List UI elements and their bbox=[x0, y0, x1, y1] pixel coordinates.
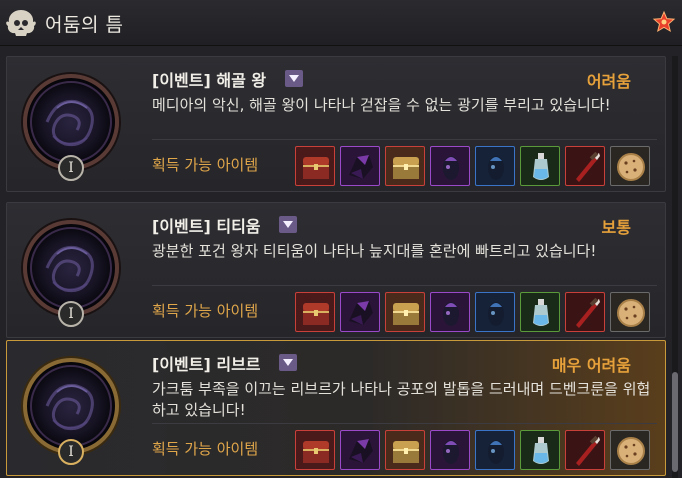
expand-dropdown-button[interactable] bbox=[279, 354, 297, 371]
golden-treasure-chest-icon[interactable] bbox=[385, 146, 425, 186]
rift-level-badge: I bbox=[58, 301, 84, 327]
elixir-bottle-icon[interactable] bbox=[520, 146, 560, 186]
rift-level-badge: I bbox=[58, 439, 84, 465]
difficulty-label: 어려움 bbox=[586, 72, 631, 91]
divider bbox=[152, 423, 657, 424]
blood-dagger-icon[interactable] bbox=[565, 146, 605, 186]
loot-item-list bbox=[295, 430, 650, 470]
red-treasure-chest-icon[interactable] bbox=[295, 292, 335, 332]
black-crystal-armor-icon[interactable] bbox=[340, 146, 380, 186]
red-treasure-chest-icon[interactable] bbox=[295, 146, 335, 186]
cookie-icon[interactable] bbox=[610, 146, 650, 186]
rift-description: 메디아의 악신, 해골 왕이 나타나 걷잡을 수 없는 광기를 부리고 있습니다… bbox=[152, 96, 611, 114]
rift-description: 광분한 포건 왕자 티티움이 나타나 늪지대를 혼란에 빠트리고 있습니다! bbox=[152, 242, 597, 260]
black-stone-armor-icon[interactable] bbox=[430, 430, 470, 470]
black-crystal-armor-icon[interactable] bbox=[340, 430, 380, 470]
star-favorite-icon[interactable] bbox=[652, 10, 676, 34]
rift-title: [이벤트] 리브르 bbox=[152, 355, 261, 374]
title-bar[interactable]: 어둠의 틈 bbox=[0, 0, 682, 46]
golden-treasure-chest-icon[interactable] bbox=[385, 430, 425, 470]
rift-level-badge: I bbox=[58, 155, 84, 181]
divider bbox=[152, 285, 657, 286]
rift-card[interactable]: I [이벤트] 리브르 매우 어려움가크툼 부족을 이끄는 리브르가 나타나 공포의… bbox=[6, 340, 666, 476]
golden-treasure-chest-icon[interactable] bbox=[385, 292, 425, 332]
expand-dropdown-button[interactable] bbox=[279, 216, 297, 233]
loot-item-list bbox=[295, 292, 650, 332]
dark-rift-window: 어둠의 틈 I [이벤트] 해골 왕 어려움메디아의 악신, 해골 왕이 나타나 걷… bbox=[0, 0, 682, 478]
red-treasure-chest-icon[interactable] bbox=[295, 430, 335, 470]
loot-label: 획득 가능 아이템 bbox=[152, 302, 259, 320]
black-stone-weapon-icon[interactable] bbox=[475, 430, 515, 470]
rift-card[interactable]: I [이벤트] 해골 왕 어려움메디아의 악신, 해골 왕이 나타나 걷잡을 수 없… bbox=[6, 56, 666, 192]
loot-item-list bbox=[295, 146, 650, 186]
scrollbar-thumb[interactable] bbox=[672, 372, 678, 472]
loot-label: 획득 가능 아이템 bbox=[152, 156, 259, 174]
cookie-icon[interactable] bbox=[610, 430, 650, 470]
blood-dagger-icon[interactable] bbox=[565, 430, 605, 470]
rift-description: 가크툼 부족을 이끄는 리브르가 나타나 공포의 발톱을 드러내며 드벤크룬을 … bbox=[152, 380, 651, 419]
blood-dagger-icon[interactable] bbox=[565, 292, 605, 332]
rift-card[interactable]: I [이벤트] 티티움 보통 광분한 포건 왕자 티티움이 나타나 늪지대를 혼란에 … bbox=[6, 202, 666, 338]
black-stone-armor-icon[interactable] bbox=[430, 146, 470, 186]
window-title: 어둠의 틈 bbox=[45, 14, 124, 36]
rift-list: I [이벤트] 해골 왕 어려움메디아의 악신, 해골 왕이 나타나 걷잡을 수 없… bbox=[0, 56, 682, 478]
black-crystal-armor-icon[interactable] bbox=[340, 292, 380, 332]
difficulty-label: 보통 bbox=[601, 218, 631, 237]
expand-dropdown-button[interactable] bbox=[285, 70, 303, 87]
black-stone-armor-icon[interactable] bbox=[430, 292, 470, 332]
loot-label: 획득 가능 아이템 bbox=[152, 440, 259, 458]
cookie-icon[interactable] bbox=[610, 292, 650, 332]
rift-title: [이벤트] 티티움 bbox=[152, 217, 261, 236]
dark-rift-emblem-icon bbox=[6, 10, 36, 36]
elixir-bottle-icon[interactable] bbox=[520, 430, 560, 470]
rift-title: [이벤트] 해골 왕 bbox=[152, 71, 267, 90]
elixir-bottle-icon[interactable] bbox=[520, 292, 560, 332]
divider bbox=[152, 139, 657, 140]
black-stone-weapon-icon[interactable] bbox=[475, 146, 515, 186]
black-stone-weapon-icon[interactable] bbox=[475, 292, 515, 332]
difficulty-label: 매우 어려움 bbox=[551, 356, 631, 375]
